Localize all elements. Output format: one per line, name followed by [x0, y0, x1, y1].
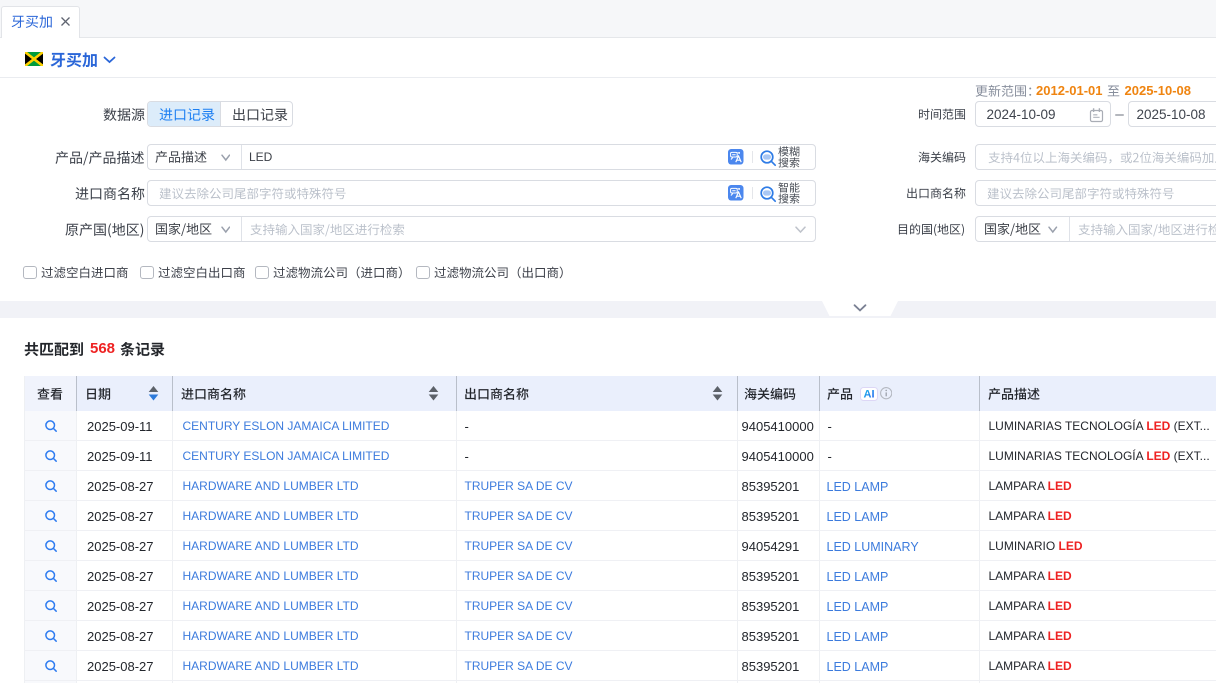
svg-text:AI: AI — [863, 388, 874, 400]
